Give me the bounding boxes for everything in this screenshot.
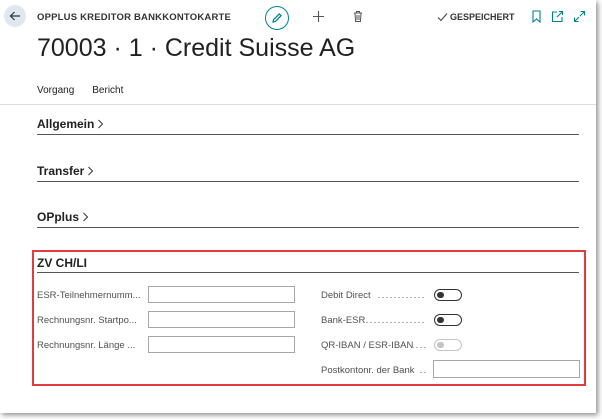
fasttab-opplus: OPplus: [37, 210, 579, 228]
bank-account-card-page: OPPLUS KREDITOR BANKKONTOKARTE GESPEICHE…: [0, 0, 596, 413]
fasttab-allgemein-divider: [37, 134, 579, 135]
page-caption: OPPLUS KREDITOR BANKKONTOKARTE: [37, 12, 232, 23]
toggle-knob: [437, 291, 444, 298]
rechnungsnr-startpos-label: Rechnungsnr. Startpo...: [37, 315, 137, 326]
esr-teilnehmer-input[interactable]: [148, 286, 295, 303]
plus-icon: [313, 11, 324, 22]
new-button[interactable]: [312, 10, 325, 28]
qr-iban-toggle[interactable]: [434, 339, 462, 351]
toggle-knob: [437, 341, 444, 348]
fasttab-opplus-label: OPplus: [37, 210, 80, 224]
fasttab-transfer-header[interactable]: Transfer: [37, 164, 579, 178]
debit-direct-toggle[interactable]: [434, 289, 462, 301]
open-in-new-window-button[interactable]: [551, 10, 564, 28]
fasttab-opplus-header[interactable]: OPplus: [37, 210, 579, 224]
fasttab-zv-divider: [37, 272, 579, 273]
chevron-right-icon: [88, 166, 94, 176]
fasttab-transfer-divider: [37, 181, 579, 182]
bank-esr-toggle[interactable]: [434, 314, 462, 326]
debit-direct-label: Debit Direct: [321, 290, 371, 301]
rechnungsnr-startpos-input[interactable]: [148, 311, 295, 328]
rechnungsnr-laenge-input[interactable]: [148, 336, 295, 353]
saved-status: GESPEICHERT: [437, 12, 515, 22]
bank-esr-label: Bank-ESR: [321, 315, 366, 326]
fasttab-zv-header[interactable]: ZV CH/LI: [37, 256, 87, 270]
trash-icon: [354, 11, 362, 22]
rechnungsnr-laenge-label: Rechnungsnr. Länge ...: [37, 340, 136, 351]
pencil-icon: [272, 13, 282, 23]
chevron-right-icon: [83, 212, 89, 222]
edit-button[interactable]: [265, 6, 289, 30]
fasttab-transfer-label: Transfer: [37, 164, 85, 178]
expand-icon: [573, 10, 586, 23]
saved-status-label: GESPEICHERT: [450, 12, 515, 22]
chevron-right-icon: [98, 119, 104, 129]
checkmark-icon: [437, 13, 448, 22]
expand-button[interactable]: [573, 10, 586, 28]
delete-button[interactable]: [352, 10, 364, 28]
fasttab-allgemein: Allgemein: [37, 117, 579, 135]
action-bar: Vorgang Bericht: [37, 85, 123, 96]
action-bar-divider: [0, 104, 596, 105]
postkontonr-input[interactable]: [433, 360, 580, 378]
leader-dots: [366, 322, 426, 323]
fasttab-allgemein-label: Allgemein: [37, 117, 95, 131]
record-title: 70003 · 1 · Credit Suisse AG: [37, 34, 356, 62]
action-bericht[interactable]: Bericht: [92, 85, 123, 96]
esr-teilnehmer-label: ESR-Teilnehmernumm...: [37, 290, 141, 301]
back-button[interactable]: [4, 5, 26, 27]
fasttab-transfer: Transfer: [37, 164, 579, 182]
leader-dots: [412, 347, 426, 348]
fasttab-opplus-divider: [37, 227, 579, 228]
bookmark-button[interactable]: [531, 10, 542, 28]
open-in-new-window-icon: [551, 10, 564, 23]
action-vorgang[interactable]: Vorgang: [37, 85, 74, 96]
toggle-knob: [437, 316, 444, 323]
qr-iban-label: QR-IBAN / ESR-IBAN: [321, 340, 414, 351]
arrow-left-icon: [9, 11, 20, 21]
leader-dots: [420, 372, 428, 373]
postkontonr-label: Postkontonr. der Bank: [321, 365, 415, 376]
bookmark-icon: [532, 10, 541, 24]
fasttab-allgemein-header[interactable]: Allgemein: [37, 117, 579, 131]
leader-dots: [378, 297, 426, 298]
